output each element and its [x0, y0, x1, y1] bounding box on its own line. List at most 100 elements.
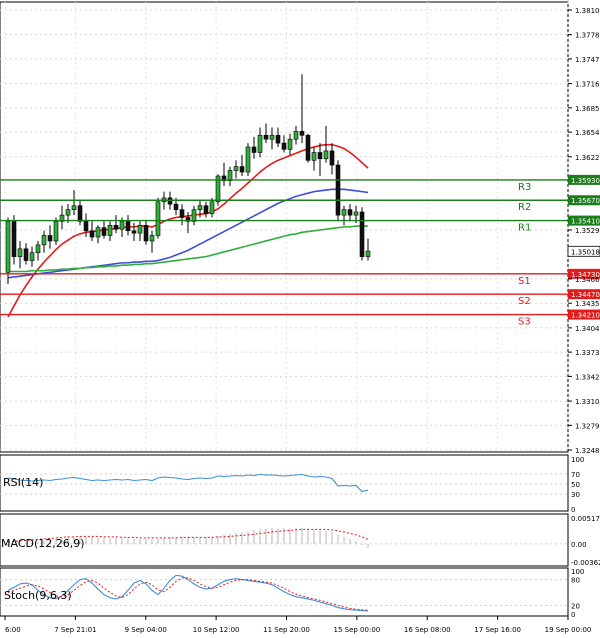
candle-body-down	[179, 209, 185, 218]
stoch-tick-label: 20	[571, 602, 580, 610]
level-name-r1: R1	[518, 223, 531, 234]
stoch-label: Stoch(9,6,3)	[4, 589, 72, 602]
level-name-s1: S1	[518, 276, 531, 287]
candle-body-up	[35, 244, 41, 254]
candle-body-up	[257, 134, 263, 153]
time-tick-label: 17 Sep 16:00	[474, 626, 521, 634]
candle-body-up	[191, 209, 197, 222]
stoch-axis: 10080 200	[571, 568, 584, 619]
candle-body-up	[227, 170, 233, 181]
price-tick-label: 1.36225	[575, 154, 600, 162]
price-tick-label: 1.34355	[575, 300, 600, 308]
candle-body-down	[173, 203, 179, 210]
macd-panel: 0.005174 0.00 -0.003629 MACD(12,26,9)	[0, 513, 600, 567]
price-tick-label: 1.33420	[575, 373, 600, 381]
candle-body-up	[95, 227, 101, 238]
candle-body-down	[239, 166, 245, 173]
macd-tick-label: 0.005174	[571, 515, 600, 523]
candle-body-down	[167, 197, 173, 205]
candle-body-up	[119, 221, 125, 230]
candle-body-up	[107, 225, 113, 236]
candle-body-down	[101, 227, 107, 236]
candle-body-down	[131, 230, 137, 234]
candle-body-down	[77, 205, 83, 222]
candle-body-up	[293, 131, 299, 140]
price-tick-label: 1.32795	[575, 422, 600, 430]
candle-body-down	[281, 142, 287, 150]
candle-body-up	[341, 209, 347, 216]
level-name-s2: S2	[518, 296, 531, 307]
candle-body-up	[17, 248, 23, 257]
rsi-tick-label: 30	[571, 491, 580, 499]
candle-body-down	[329, 150, 335, 166]
candle-body-up	[353, 211, 359, 216]
candle-body-down	[89, 230, 95, 238]
candle-body-down	[335, 164, 341, 216]
level-price-label: 1.34470	[571, 291, 600, 299]
price-axis: 1.38100 1.37785 1.37475 1.37160 1.36850 1.365…	[568, 7, 600, 455]
candle-body-down	[305, 134, 311, 161]
time-tick-label: 11 Sep 20:00	[263, 626, 310, 634]
candle-body-down	[113, 225, 119, 230]
candle-body-up	[71, 205, 77, 210]
level-price-label: 1.35930	[571, 177, 600, 185]
stoch-tick-label: 80	[571, 577, 580, 585]
time-tick-label: 16 Sep 08:00	[404, 626, 451, 634]
candle-body-up	[53, 221, 59, 242]
time-tick-label: 9 Sep 04:00	[125, 626, 167, 634]
candle-body-up	[287, 138, 293, 150]
price-panel: R31.35930R21.35670R11.35410S11.34730S21.…	[0, 1, 600, 455]
candle-body-up	[209, 201, 215, 214]
candle-body-down	[275, 134, 281, 144]
candle-body-up	[29, 252, 35, 261]
time-tick-label: 15 Sep 00:00	[334, 626, 381, 634]
price-tick-label: 1.34665	[575, 276, 600, 284]
stoch-panel: 10080 200 Stoch(9,6,3)	[0, 567, 584, 619]
candle-body-up	[365, 250, 371, 257]
price-tick-label: 1.35290	[575, 227, 600, 235]
time-tick-label: 7 Sep 21:01	[54, 626, 96, 634]
candle-body-down	[317, 152, 323, 160]
candle-body-up	[323, 150, 329, 160]
price-tick-label: 1.32480	[575, 447, 600, 455]
time-tick-label: 19 Sep 00:00	[545, 626, 592, 634]
candle-body-up	[245, 146, 251, 173]
candle-body-down	[143, 225, 149, 242]
candle-body-down	[359, 211, 365, 257]
price-tick-label: 1.33105	[575, 398, 600, 406]
candle-body-down	[251, 146, 257, 153]
candle-body-up	[233, 166, 239, 171]
candle-body-down	[11, 221, 17, 257]
candle-body-up	[65, 209, 71, 216]
candle-body-down	[263, 134, 269, 140]
level-name-r2: R2	[518, 202, 531, 213]
time-tick-label: 10 Sep 12:00	[193, 626, 240, 634]
price-tick-label: 1.37785	[575, 32, 600, 40]
macd-tick-label: -0.003629	[571, 559, 600, 567]
level-price-label: 1.35670	[571, 197, 600, 205]
price-tick-label: 1.38100	[575, 7, 600, 15]
price-tick-label: 1.37160	[575, 81, 600, 89]
time-tick-label: 6:00	[5, 626, 21, 634]
candle-body-up	[155, 201, 161, 236]
level-price-label: 1.34210	[571, 312, 600, 320]
price-tick-label: 1.36540	[575, 129, 600, 137]
candle-body-down	[203, 205, 209, 214]
rsi-panel: 100 70 50 30 0 RSI(14)	[0, 454, 584, 514]
candle-body-down	[125, 221, 131, 232]
candle-body-down	[83, 221, 89, 232]
candle-body-down	[299, 131, 305, 136]
candle-body-up	[269, 134, 275, 140]
candle-body-up	[41, 235, 47, 246]
rsi-tick-label: 50	[571, 481, 580, 489]
candle-body-up	[149, 235, 155, 242]
candle-body-up	[197, 205, 203, 210]
rsi-tick-label: 100	[571, 456, 584, 464]
macd-axis: 0.005174 0.00 -0.003629	[571, 515, 600, 567]
candle-body-up	[311, 152, 317, 161]
candle-body-up	[137, 225, 143, 234]
stoch-tick-label: 100	[571, 568, 584, 576]
price-tick-label: 1.33730	[575, 349, 600, 357]
time-axis: 6:00 7 Sep 21:01 9 Sep 04:00 10 Sep 12:00 11…	[4, 616, 592, 634]
price-tick-label: 1.34040	[575, 325, 600, 333]
